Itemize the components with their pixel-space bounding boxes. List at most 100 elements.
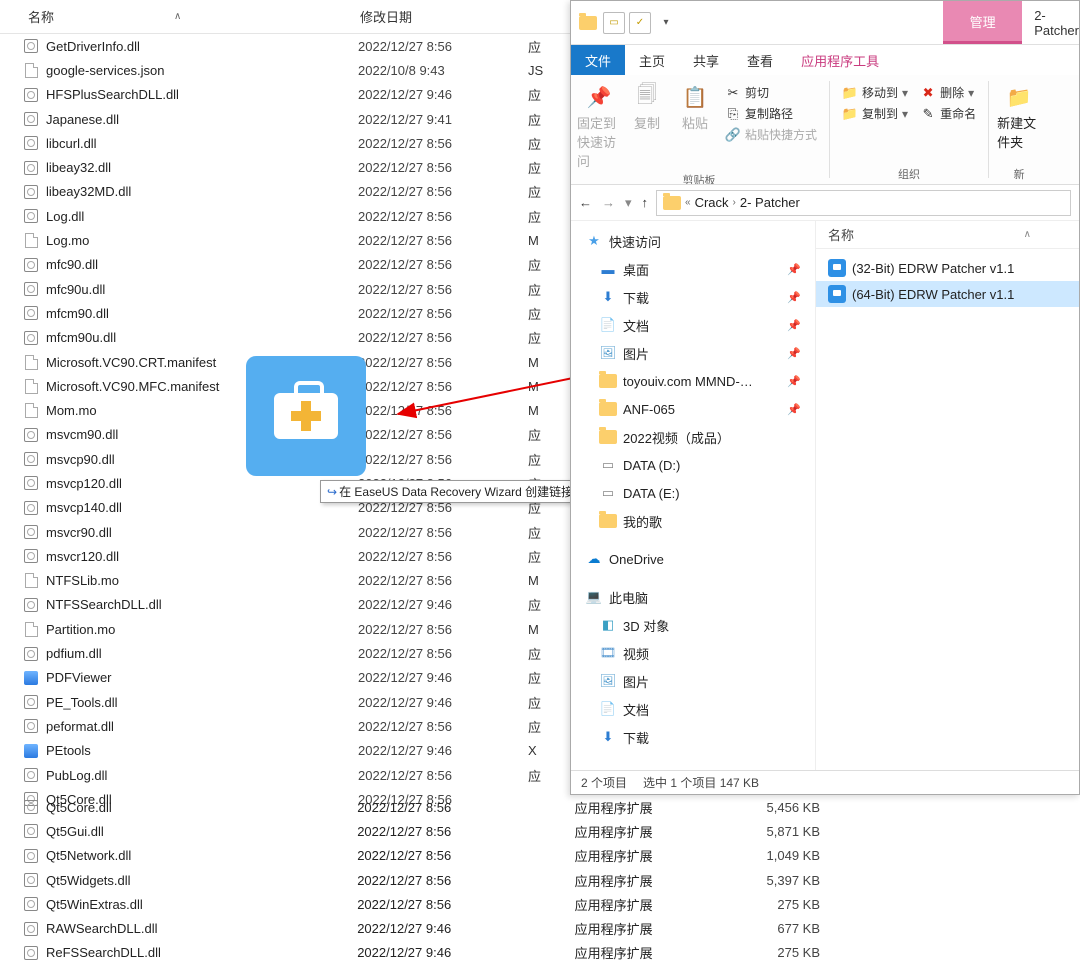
download-icon: ⬇ <box>599 729 617 745</box>
file-row[interactable]: PubLog.dll2022/12/27 8:56应 <box>0 763 570 787</box>
file-row[interactable]: NTFSSearchDLL.dll2022/12/27 9:46应 <box>0 593 570 617</box>
file-type: 应 <box>528 37 548 56</box>
file-row[interactable]: Qt5Network.dll2022/12/27 8:56应用程序扩展1,049… <box>0 844 820 868</box>
file-row[interactable]: peformat.dll2022/12/27 8:56应 <box>0 714 570 738</box>
nav-videos[interactable]: 🎞视频 <box>571 639 815 667</box>
nav-folder-1[interactable]: toyouiv.com MMND-18📌 <box>571 367 815 395</box>
file-type: 应 <box>528 523 548 542</box>
file-row[interactable]: libeay32MD.dll2022/12/27 8:56应 <box>0 180 570 204</box>
rename-button[interactable]: ✎重命名 <box>916 104 980 123</box>
new-folder-button[interactable]: 📁新建文件夹 <box>997 79 1041 164</box>
file-type: 应 <box>528 158 548 177</box>
crumb-crack[interactable]: Crack <box>695 195 729 210</box>
file-row[interactable]: msvcr90.dll2022/12/27 8:56应 <box>0 520 570 544</box>
tab-file[interactable]: 文件 <box>571 45 625 75</box>
nav-downloads-2[interactable]: ⬇下载 <box>571 723 815 751</box>
nav-3d-objects[interactable]: ◧3D 对象 <box>571 611 815 639</box>
pin-quick-access-button[interactable]: 📌固定到快速访问 <box>577 79 621 170</box>
nav-drive-e[interactable]: ▭DATA (E:) <box>571 479 815 507</box>
list-item[interactable]: (64-Bit) EDRW Patcher v1.1 <box>816 281 1079 307</box>
list-col-name[interactable]: 名称∧ <box>816 221 1079 249</box>
paste-button[interactable]: 📋粘贴 <box>673 79 717 170</box>
file-row[interactable]: Log.dll2022/12/27 8:56应 <box>0 204 570 228</box>
nav-this-pc[interactable]: 💻此电脑 <box>571 583 815 611</box>
breadcrumb[interactable]: « Crack › 2- Patcher <box>656 190 1071 216</box>
tab-home[interactable]: 主页 <box>625 45 679 75</box>
nav-drive-d[interactable]: ▭DATA (D:) <box>571 451 815 479</box>
file-row[interactable]: google-services.json2022/10/8 9:43JS <box>0 58 570 82</box>
folder-icon <box>599 513 617 529</box>
file-row[interactable]: Partition.mo2022/12/27 8:56M <box>0 617 570 641</box>
file-row[interactable]: libcurl.dll2022/12/27 8:56应 <box>0 131 570 155</box>
col-name-header[interactable]: 名称∧ <box>0 7 360 26</box>
file-row[interactable]: libeay32.dll2022/12/27 8:56应 <box>0 155 570 179</box>
navigation-pane[interactable]: ★快速访问 ▬桌面📌 ⬇下载📌 📄文档📌 🖼图片📌 toyouiv.com MM… <box>571 221 816 770</box>
file-row[interactable]: msvcr120.dll2022/12/27 8:56应 <box>0 544 570 568</box>
cut-button[interactable]: ✂剪切 <box>721 83 821 102</box>
nav-onedrive[interactable]: ☁OneDrive <box>571 545 815 573</box>
delete-button[interactable]: ✖删除▾ <box>916 83 980 102</box>
nav-forward-button[interactable]: → <box>602 195 615 210</box>
file-row[interactable]: GetDriverInfo.dll2022/12/27 8:56应 <box>0 34 570 58</box>
nav-folder-2[interactable]: ANF-065📌 <box>571 395 815 423</box>
tab-app-tools[interactable]: 应用程序工具 <box>787 45 893 75</box>
file-row[interactable]: PDFViewer2022/12/27 9:46应 <box>0 666 570 690</box>
file-row[interactable]: NTFSLib.mo2022/12/27 8:56M <box>0 569 570 593</box>
file-row[interactable]: Qt5WinExtras.dll2022/12/27 8:56应用程序扩展275… <box>0 892 820 916</box>
file-row[interactable]: Qt5Gui.dll2022/12/27 8:56应用程序扩展5,871 KB <box>0 819 820 843</box>
copy-button[interactable]: 🗐复制 <box>625 79 669 170</box>
list-item[interactable]: (32-Bit) EDRW Patcher v1.1 <box>816 255 1079 281</box>
chevron-icon[interactable]: « <box>685 197 691 208</box>
col-modified-header[interactable]: 修改日期 <box>360 7 560 26</box>
file-row[interactable]: mfcm90.dll2022/12/27 8:56应 <box>0 301 570 325</box>
file-date: 2022/12/27 8:56 <box>357 897 574 912</box>
nav-recent-button[interactable]: ▾ <box>625 195 632 211</box>
file-icon <box>22 717 40 735</box>
paste-shortcut-button[interactable]: 🔗粘贴快捷方式 <box>721 125 821 144</box>
nav-documents[interactable]: 📄文档📌 <box>571 311 815 339</box>
file-row[interactable]: PE_Tools.dll2022/12/27 9:46应 <box>0 690 570 714</box>
nav-up-button[interactable]: ↑ <box>642 195 649 210</box>
file-row[interactable]: Qt5Core.dll2022/12/27 8:56应用程序扩展5,456 KB <box>0 795 820 819</box>
file-row[interactable]: mfc90u.dll2022/12/27 8:56应 <box>0 277 570 301</box>
window-icon[interactable] <box>577 12 599 34</box>
file-row[interactable]: ReFSSearchDLL.dll2022/12/27 9:46应用程序扩展27… <box>0 941 820 965</box>
tab-share[interactable]: 共享 <box>679 45 733 75</box>
file-row[interactable]: mfcm90u.dll2022/12/27 8:56应 <box>0 326 570 350</box>
left-columns-header[interactable]: 名称∧ 修改日期 <box>0 0 570 34</box>
group-organize-label: 组织 <box>898 164 920 184</box>
manage-contextual-tab[interactable]: 管理 <box>943 1 1022 44</box>
nav-downloads[interactable]: ⬇下载📌 <box>571 283 815 311</box>
desktop-icon: ▬ <box>599 261 617 277</box>
nav-back-button[interactable]: ← <box>579 195 592 210</box>
copy-to-button[interactable]: 📁复制到▾ <box>838 104 912 123</box>
file-list-pane[interactable]: 名称∧ (32-Bit) EDRW Patcher v1.1(64-Bit) E… <box>816 221 1079 770</box>
qat-button-2[interactable]: ✓ <box>629 12 651 34</box>
file-row[interactable]: pdfium.dll2022/12/27 8:56应 <box>0 641 570 665</box>
nav-pictures[interactable]: 🖼图片📌 <box>571 339 815 367</box>
paste-icon: 📋 <box>679 83 711 111</box>
tab-view[interactable]: 查看 <box>733 45 787 75</box>
rename-icon: ✎ <box>920 106 936 122</box>
copy-path-button[interactable]: ⎘复制路径 <box>721 104 821 123</box>
file-row[interactable]: RAWSearchDLL.dll2022/12/27 9:46应用程序扩展677… <box>0 916 820 940</box>
file-row[interactable]: Qt5Widgets.dll2022/12/27 8:56应用程序扩展5,397… <box>0 868 820 892</box>
file-row[interactable]: HFSPlusSearchDLL.dll2022/12/27 9:46应 <box>0 83 570 107</box>
title-bar[interactable]: ▭ ✓ ▾ 管理 2- Patcher <box>571 1 1079 45</box>
file-row[interactable]: Japanese.dll2022/12/27 9:41应 <box>0 107 570 131</box>
file-row[interactable]: Log.mo2022/12/27 8:56M <box>0 228 570 252</box>
file-row[interactable]: mfc90.dll2022/12/27 8:56应 <box>0 253 570 277</box>
file-type: 应 <box>528 85 548 104</box>
nav-documents-2[interactable]: 📄文档 <box>571 695 815 723</box>
file-row[interactable]: PEtools2022/12/27 9:46X <box>0 739 570 763</box>
move-to-button[interactable]: 📁移动到▾ <box>838 83 912 102</box>
file-icon <box>22 329 40 347</box>
nav-folder-3[interactable]: 2022视频（成品） <box>571 423 815 451</box>
crumb-patcher[interactable]: 2- Patcher <box>740 195 800 210</box>
nav-quick-access[interactable]: ★快速访问 <box>571 227 815 255</box>
nav-songs[interactable]: 我的歌 <box>571 507 815 535</box>
nav-pictures-2[interactable]: 🖼图片 <box>571 667 815 695</box>
qat-more-icon[interactable]: ▾ <box>655 12 677 34</box>
qat-button-1[interactable]: ▭ <box>603 12 625 34</box>
nav-desktop[interactable]: ▬桌面📌 <box>571 255 815 283</box>
